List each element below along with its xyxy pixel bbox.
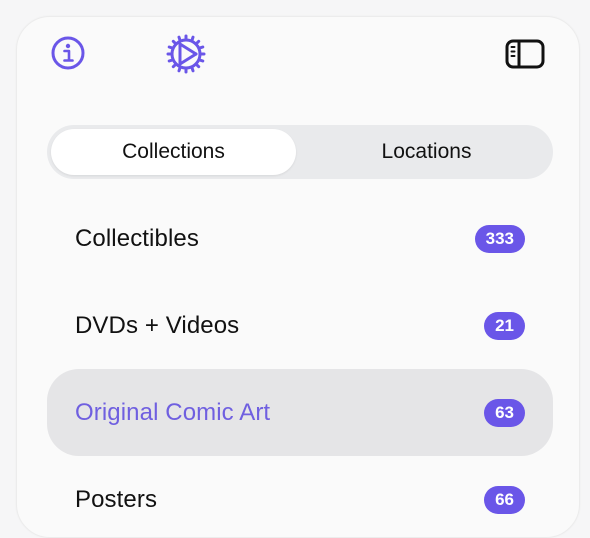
count-badge: 63: [484, 398, 525, 427]
tab-collections-label: Collections: [122, 140, 225, 163]
collection-item-posters[interactable]: Posters 66: [47, 456, 553, 537]
info-button[interactable]: [45, 30, 91, 76]
collection-list: Collectibles 333 DVDs + Videos 21 Origin…: [47, 195, 553, 537]
view-segmented-control: Collections Locations: [47, 125, 553, 179]
collection-item-label: Original Comic Art: [75, 398, 271, 426]
count-badge: 333: [474, 224, 525, 253]
sidebar-panel: Collections Locations Collectibles 333 D…: [16, 16, 580, 538]
count-badge: 21: [484, 311, 525, 340]
sidebar-toggle-button[interactable]: [502, 31, 548, 77]
collection-item-label: Posters: [75, 485, 158, 513]
gear-icon: [166, 34, 206, 74]
collection-item-dvds-videos[interactable]: DVDs + Videos 21: [47, 282, 553, 369]
collection-item-label: Collectibles: [75, 224, 199, 252]
collection-item-original-comic-art[interactable]: Original Comic Art 63: [47, 369, 553, 456]
tab-locations-label: Locations: [381, 140, 472, 163]
count-badge: 66: [484, 485, 525, 514]
collection-item-collectibles[interactable]: Collectibles 333: [47, 195, 553, 282]
tab-collections[interactable]: Collections: [51, 129, 296, 175]
settings-button[interactable]: [163, 31, 209, 77]
collection-item-label: DVDs + Videos: [75, 311, 240, 339]
sidebar-toggle-icon: [505, 39, 545, 69]
info-circle-icon: [51, 36, 85, 70]
tab-locations[interactable]: Locations: [304, 129, 549, 175]
